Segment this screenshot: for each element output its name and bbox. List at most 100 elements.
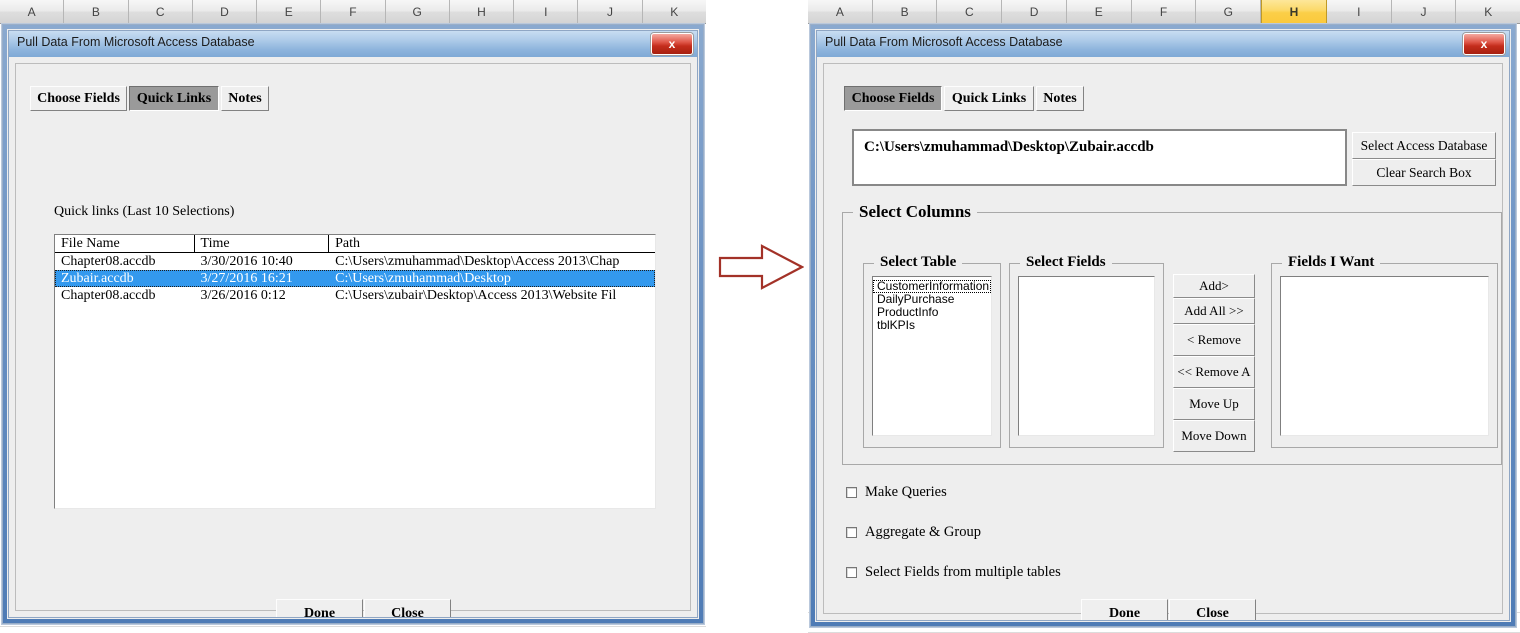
remove-all-button[interactable]: << Remove A [1173,356,1255,388]
screenshot-root: A B C D E F G H I J K A B C D E F G H I … [0,0,1520,633]
grid-column-file-name[interactable]: File Name [55,235,195,252]
select-columns-group: Select Columns Select Table CustomerInfo… [842,202,1502,465]
sheet-column-header-e[interactable]: E [1067,0,1132,23]
sheet-column-header-g[interactable]: G [386,0,450,23]
cell-file-name: Chapter08.accdb [61,288,156,303]
grid-column-time[interactable]: Time [195,235,330,252]
sheet-gridline [0,626,706,627]
select-fields-group-title: Select Fields [1020,254,1112,271]
select-table-listbox[interactable]: CustomerInformation DailyPurchase Produc… [872,276,992,436]
tab-notes[interactable]: Notes [1036,86,1084,111]
quick-links-section-label: Quick links (Last 10 Selections) [54,204,235,219]
select-columns-group-title: Select Columns [853,202,977,222]
sheet-column-header-a[interactable]: A [808,0,873,23]
tab-notes[interactable]: Notes [221,86,269,111]
checkbox-box-icon[interactable] [846,567,857,578]
tab-choose-fields[interactable]: Choose Fields [844,86,942,111]
select-table-group: Select Table CustomerInformation DailyPu… [863,254,1001,448]
add-all-button[interactable]: Add All >> [1173,298,1255,324]
remove-button[interactable]: < Remove [1173,324,1255,356]
checkbox-label: Aggregate & Group [865,524,981,540]
checkbox-box-icon[interactable] [846,487,857,498]
sheet-column-header-i[interactable]: I [1327,0,1392,23]
sheet-column-header-d[interactable]: D [193,0,258,23]
left-sheet-column-headers: A B C D E F G H I J K [0,0,706,24]
sheet-column-header-e[interactable]: E [257,0,322,23]
sheet-column-header-f[interactable]: F [1132,0,1197,23]
close-icon[interactable]: x [651,33,693,55]
checkbox-select-fields-multiple-tables[interactable]: Select Fields from multiple tables [846,564,1061,581]
right-dialog-panel: Choose Fields Quick Links Notes C:\Users… [823,63,1503,620]
arrow-right-icon [718,244,805,290]
right-dialog-title: Pull Data From Microsoft Access Database [825,35,1063,49]
table-row[interactable]: Chapter08.accdb 3/30/2016 10:40 C:\Users… [55,253,655,270]
list-item-tblkpis[interactable]: tblKPIs [873,319,991,332]
tab-quick-links[interactable]: Quick Links [129,86,219,111]
database-path-value: C:\Users\zmuhammad\Desktop\Zubair.accdb [864,139,1154,155]
checkbox-label: Select Fields from multiple tables [865,564,1061,580]
sheet-column-header-d[interactable]: D [1002,0,1067,23]
window-inner: Pull Data From Microsoft Access Database… [816,30,1510,621]
done-button[interactable]: Done [276,599,363,617]
sheet-column-header-h-selected[interactable]: H [1261,0,1327,23]
cell-path: C:\Users\zmuhammad\Desktop\Access 2013\C… [335,254,620,269]
window-inner: Pull Data From Microsoft Access Database… [8,30,698,618]
left-dialog-panel: Choose Fields Quick Links Notes Quick li… [15,63,691,617]
sheet-column-header-b[interactable]: B [873,0,938,23]
sheet-column-header-j[interactable]: J [578,0,643,23]
table-row-selected[interactable]: Zubair.accdb 3/27/2016 16:21 C:\Users\zm… [55,270,655,287]
left-dialog-body: Choose Fields Quick Links Notes Quick li… [9,57,697,617]
close-button[interactable]: Close [1169,599,1256,620]
close-icon[interactable]: x [1463,33,1505,55]
tab-choose-fields[interactable]: Choose Fields [30,86,127,111]
left-dialog-title: Pull Data From Microsoft Access Database [17,35,255,49]
select-fields-listbox[interactable] [1018,276,1155,436]
cell-path: C:\Users\zmuhammad\Desktop [335,271,511,286]
sheet-column-header-j[interactable]: J [1392,0,1457,23]
right-dialog-window: Pull Data From Microsoft Access Database… [810,24,1516,627]
cell-file-name: Zubair.accdb [61,271,134,286]
tab-quick-links[interactable]: Quick Links [944,86,1034,111]
cell-time: 3/26/2016 0:12 [200,288,286,303]
right-sheet-column-headers: A B C D E F G H I J K [808,0,1520,24]
add-button[interactable]: Add> [1173,274,1255,298]
sheet-column-header-a[interactable]: A [0,0,65,23]
sheet-column-header-k[interactable]: K [1456,0,1520,23]
sheet-column-header-c[interactable]: C [129,0,193,23]
checkbox-label: Make Queries [865,484,947,500]
fields-i-want-group-title: Fields I Want [1282,254,1381,271]
done-button[interactable]: Done [1081,599,1168,620]
quick-links-grid[interactable]: File Name Time Path Chapter08.accdb 3/30… [54,234,656,509]
clear-search-box-button[interactable]: Clear Search Box [1352,159,1496,186]
cell-time: 3/27/2016 16:21 [200,271,293,286]
sheet-column-header-c[interactable]: C [937,0,1003,23]
select-access-database-button[interactable]: Select Access Database [1352,132,1496,159]
right-dialog-titlebar[interactable]: Pull Data From Microsoft Access Database… [817,31,1509,58]
right-dialog-body: Choose Fields Quick Links Notes C:\Users… [817,57,1509,620]
grid-column-path[interactable]: Path [329,235,655,252]
cell-path: C:\Users\zubair\Desktop\Access 2013\Webs… [335,288,617,303]
database-path-input[interactable]: C:\Users\zmuhammad\Desktop\Zubair.accdb [852,129,1347,186]
sheet-column-header-k[interactable]: K [643,0,706,23]
checkbox-make-queries[interactable]: Make Queries [846,484,947,501]
checkbox-aggregate-group[interactable]: Aggregate & Group [846,524,981,541]
select-table-group-title: Select Table [874,254,963,271]
fields-i-want-group: Fields I Want [1271,254,1498,448]
sheet-column-header-h[interactable]: H [450,0,515,23]
close-button[interactable]: Close [364,599,451,617]
left-dialog-window: Pull Data From Microsoft Access Database… [2,24,704,624]
select-fields-group: Select Fields [1009,254,1164,448]
sheet-column-header-f[interactable]: F [321,0,386,23]
sheet-column-header-g[interactable]: G [1196,0,1262,23]
cell-time: 3/30/2016 10:40 [200,254,293,269]
move-up-button[interactable]: Move Up [1173,388,1255,420]
sheet-column-header-b[interactable]: B [64,0,129,23]
fields-i-want-listbox[interactable] [1280,276,1489,436]
sheet-column-header-i[interactable]: I [514,0,579,23]
left-dialog-titlebar[interactable]: Pull Data From Microsoft Access Database… [9,31,697,58]
cell-file-name: Chapter08.accdb [61,254,156,269]
grid-header-row: File Name Time Path [55,235,655,253]
table-row[interactable]: Chapter08.accdb 3/26/2016 0:12 C:\Users\… [55,287,655,304]
move-down-button[interactable]: Move Down [1173,420,1255,452]
checkbox-box-icon[interactable] [846,527,857,538]
